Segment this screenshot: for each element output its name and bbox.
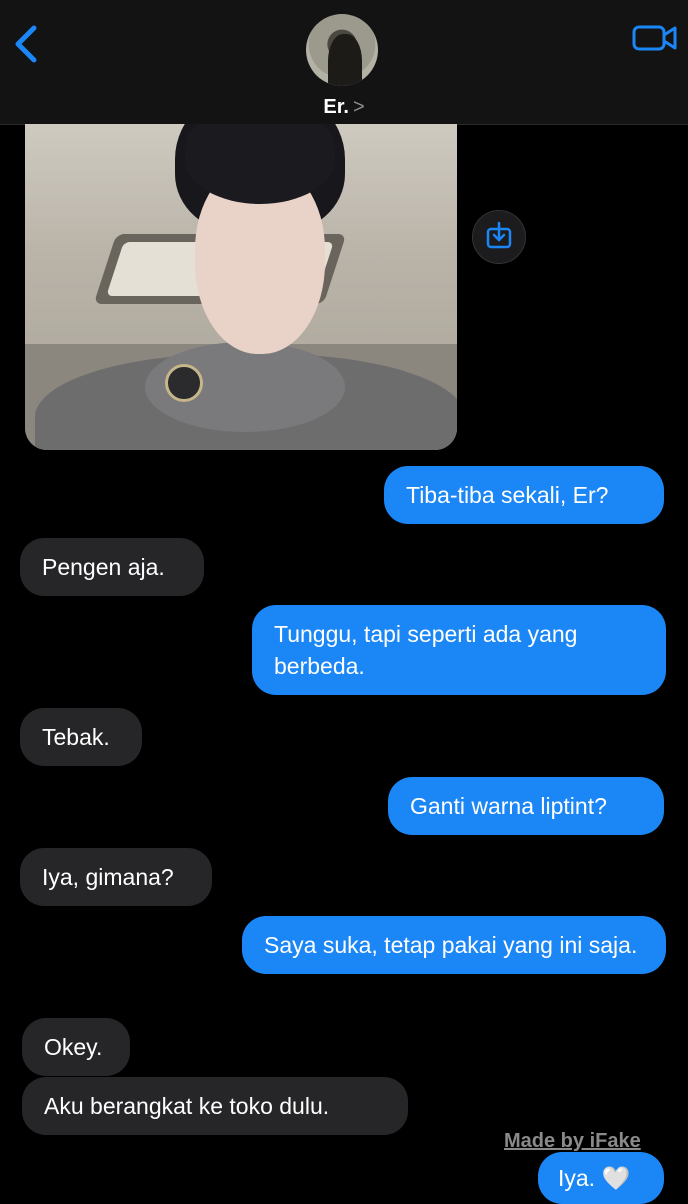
message-bubble-incoming[interactable]: Iya, gimana? — [20, 848, 212, 906]
conversation-header: Er. > — [0, 0, 688, 125]
message-bubble-outgoing[interactable]: Ganti warna liptint? — [388, 777, 664, 835]
message-bubble-outgoing[interactable]: Iya. 🤍 — [538, 1152, 664, 1204]
back-chevron-icon[interactable] — [10, 22, 44, 66]
message-bubble-outgoing[interactable]: Tunggu, tapi seperti ada yang berbeda. — [252, 605, 666, 695]
message-bubble-incoming[interactable]: Tebak. — [20, 708, 142, 766]
save-to-files-icon[interactable] — [472, 210, 526, 264]
message-bubble-incoming[interactable]: Aku berangkat ke toko dulu. — [22, 1077, 408, 1135]
contact-avatar[interactable] — [306, 14, 378, 86]
photo-attachment[interactable] — [25, 124, 457, 450]
watermark: Made by iFake — [504, 1130, 641, 1152]
contact-name-button[interactable]: Er. > — [0, 96, 688, 119]
message-bubble-incoming[interactable]: Pengen aja. — [20, 538, 204, 596]
message-bubble-outgoing[interactable]: Tiba-tiba sekali, Er? — [384, 466, 664, 524]
message-bubble-outgoing[interactable]: Saya suka, tetap pakai yang ini saja. — [242, 916, 666, 974]
contact-name: Er. — [323, 96, 349, 118]
message-bubble-incoming[interactable]: Okey. — [22, 1018, 130, 1076]
white-heart-icon: 🤍 — [601, 1165, 631, 1191]
chevron-right-icon: > — [352, 96, 365, 118]
video-camera-icon[interactable] — [632, 24, 678, 52]
